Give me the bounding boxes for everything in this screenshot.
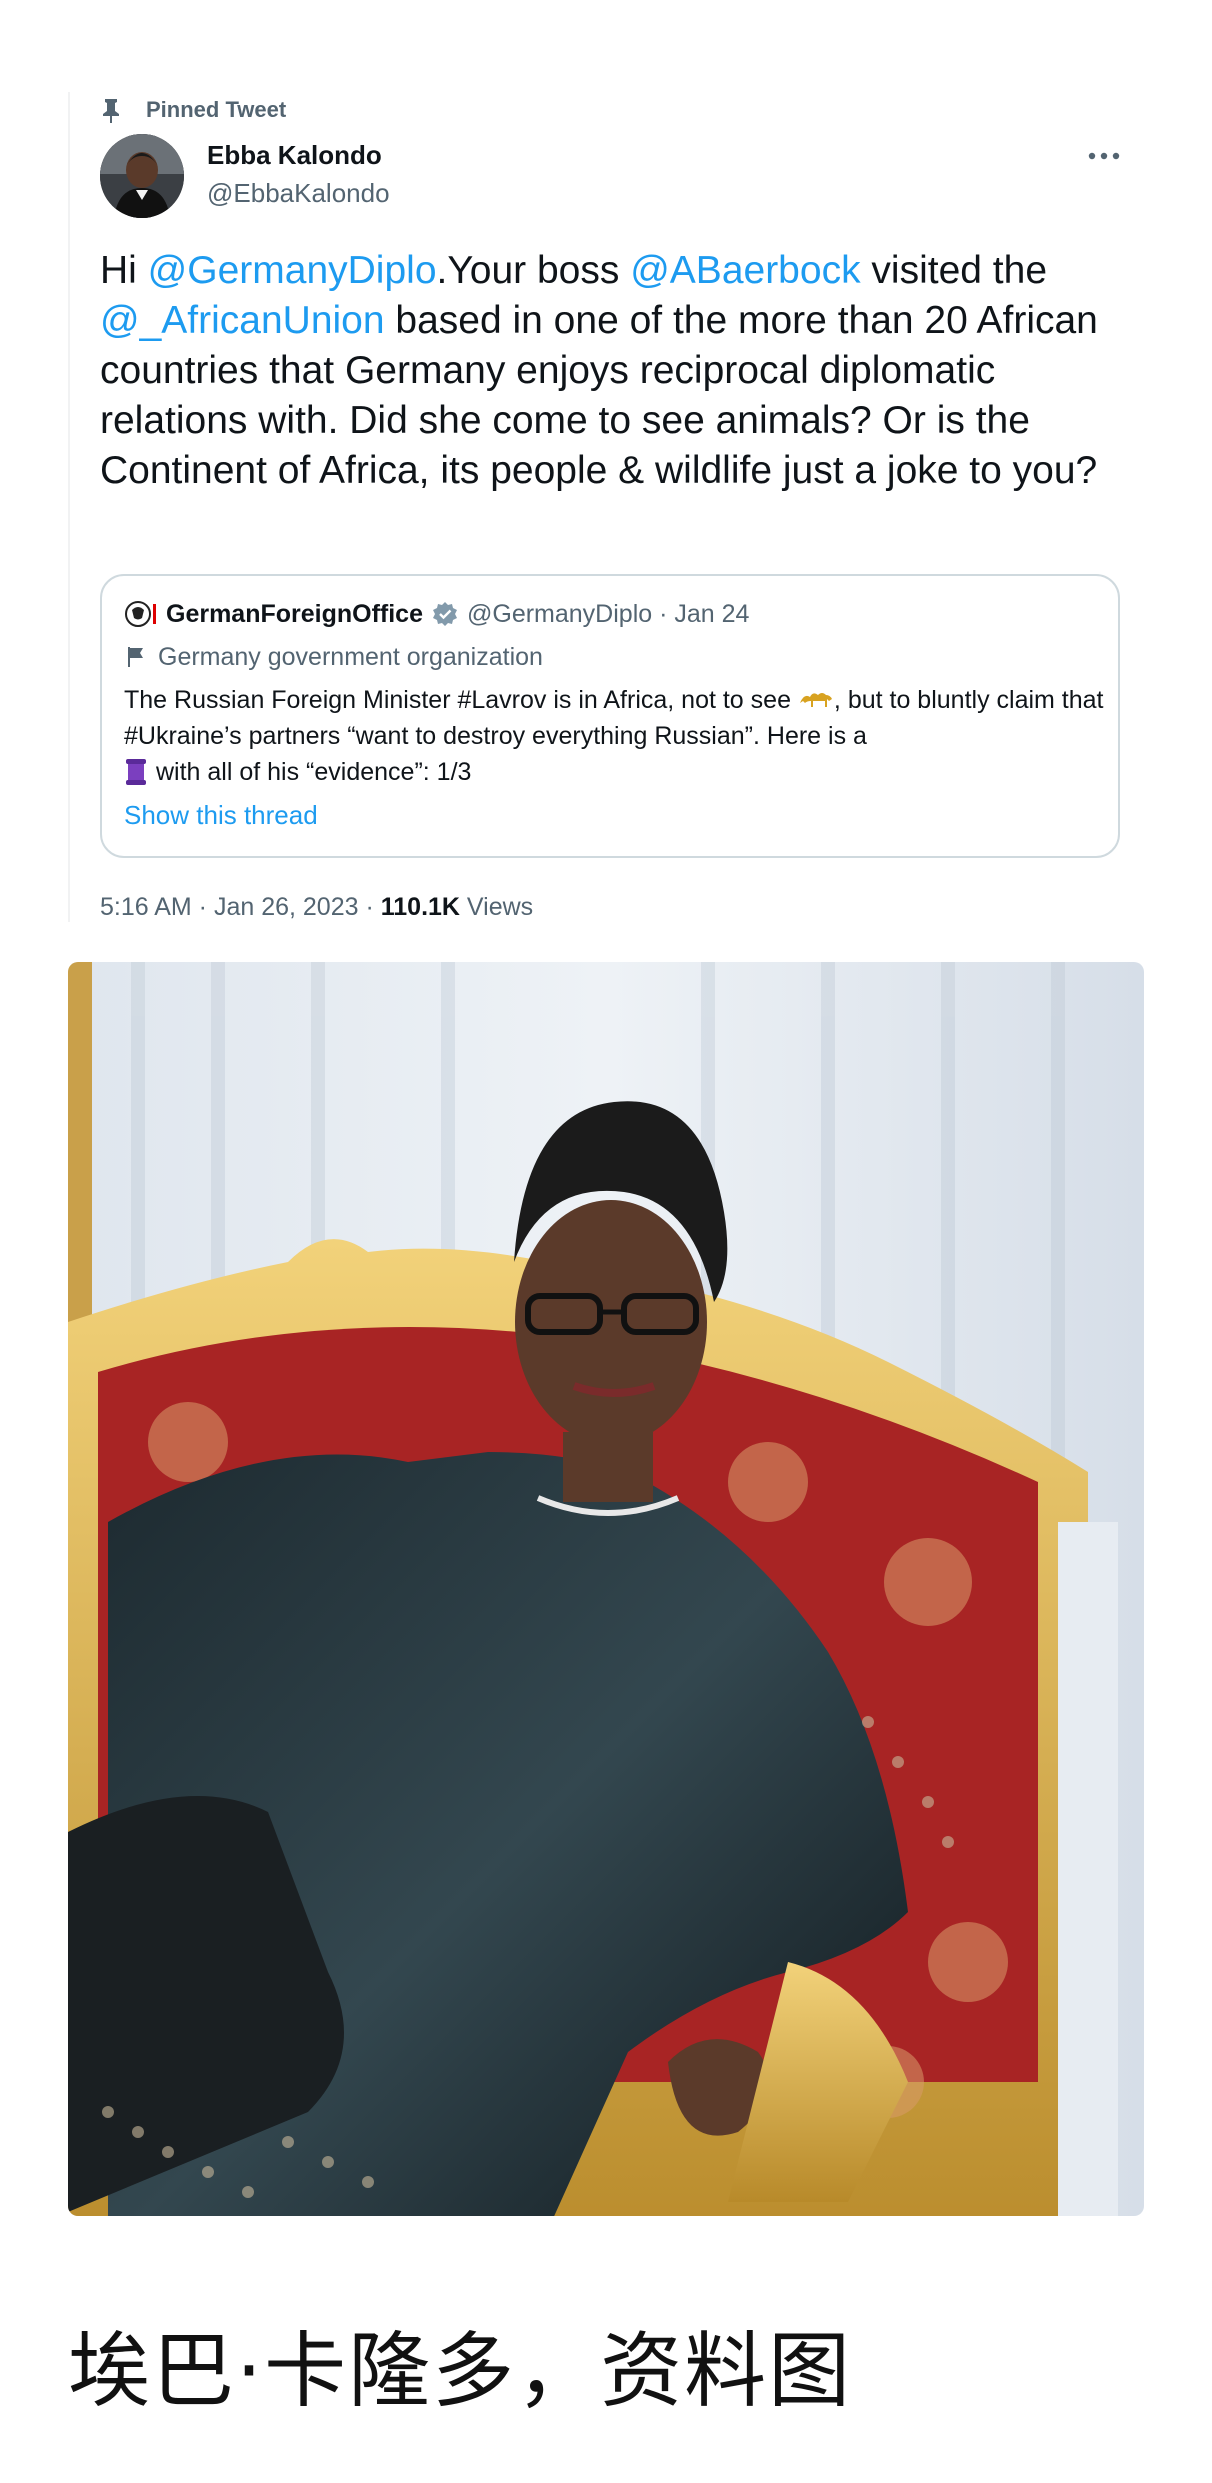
views-label: Views [459,893,534,921]
quote-body: The Russian Foreign Minister #Lavrov is … [124,682,1104,790]
scroll-icon [126,759,146,785]
author-handle[interactable]: @EbbaKalondo [207,178,390,209]
org-label-text: Germany government organization [158,642,543,671]
quote-author-name[interactable]: GermanForeignOffice [166,600,423,629]
avatar[interactable] [100,134,184,218]
thread-line [68,92,70,922]
camel-icon [799,693,832,707]
quote-handle-date[interactable]: @GermanyDiplo · Jan 24 [467,600,749,629]
tweet-meta: 5:16 AM · Jan 26, 2023 · 110.1K Views [100,893,533,922]
author-name[interactable]: Ebba Kalondo [207,140,382,171]
timestamp[interactable]: 5:16 AM · Jan 26, 2023 · [100,893,381,921]
mention-link[interactable]: @_AfricanUnion [100,299,385,342]
photo-caption: 埃巴·卡隆多，资料图 [68,2324,853,2419]
avatar-image [100,134,184,218]
views-count: 110.1K [380,893,460,921]
mention-link[interactable]: @GermanyDiplo [148,249,437,292]
pinned-tweet-row: Pinned Tweet [100,96,286,124]
quote-body-part: with all of his “evidence”: 1/3 [156,758,472,786]
quote-org-label: Germany government organization [126,642,543,672]
flag-org-icon [128,647,143,667]
show-thread-link[interactable]: Show this thread [124,800,318,831]
flag-icon [125,601,156,627]
tweet-text-part: visited the [860,249,1048,292]
quote-header: GermanForeignOffice @GermanyDiplo · Jan … [124,598,749,630]
tweet-text: Hi @GermanyDiplo.Your boss @ABaerbock vi… [100,246,1130,496]
mention-link[interactable]: @ABaerbock [630,249,860,292]
pin-icon [103,99,119,123]
more-icon[interactable] [1084,144,1124,168]
quoted-tweet-card[interactable]: GermanForeignOffice @GermanyDiplo · Jan … [100,574,1120,858]
verified-icon [433,602,457,626]
quote-body-part: The Russian Foreign Minister #Lavrov is … [124,686,798,714]
tweet-text-part: .Your boss [436,249,631,292]
pinned-label: Pinned Tweet [146,97,287,122]
portrait-photo [68,962,1144,2216]
portrait-image [68,962,1144,2216]
tweet-text-part: Hi [100,249,148,292]
